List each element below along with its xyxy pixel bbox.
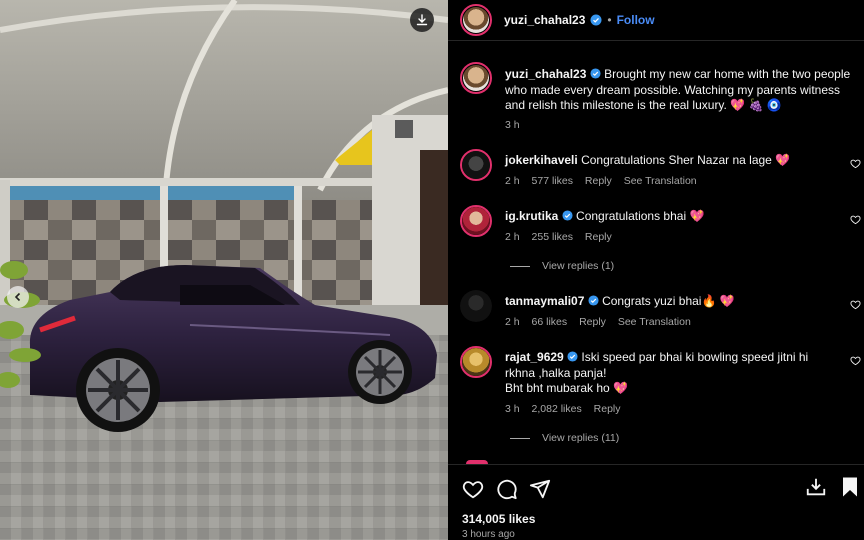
comment-time: 2 h	[505, 231, 520, 243]
follow-button[interactable]: Follow	[617, 13, 655, 27]
commenter-username[interactable]: jokerkihaveli	[505, 153, 578, 167]
comment-meta: 2 h 255 likes Reply	[505, 231, 621, 243]
action-bar	[448, 470, 864, 504]
commenter-avatar[interactable]	[460, 149, 492, 181]
download-tray-icon[interactable]	[805, 476, 827, 498]
commenter-avatar[interactable]	[460, 290, 492, 322]
comment-time: 3 h	[505, 403, 520, 415]
verified-badge-icon	[588, 295, 599, 306]
comment-likes[interactable]: 66 likes	[532, 316, 568, 328]
comment-text-line2: Bht bht mubarak ho 💖	[505, 381, 629, 395]
caption-author-username[interactable]: yuzi_chahal23	[505, 67, 586, 81]
post-photo[interactable]	[0, 0, 448, 540]
post-timestamp: 3 hours ago	[462, 529, 515, 540]
verified-badge-icon	[562, 210, 573, 221]
comment-likes[interactable]: 2,082 likes	[532, 403, 582, 415]
separator-dot: •	[607, 13, 612, 27]
comment-likes[interactable]: 577 likes	[532, 175, 573, 187]
comment-icon[interactable]	[496, 478, 518, 500]
comment-text: Congratulations Sher Nazar na lage 💖	[581, 153, 791, 167]
reply-button[interactable]: Reply	[585, 231, 612, 243]
comment-text: Congrats yuzi bhai🔥 💖	[602, 294, 735, 308]
reply-button[interactable]: Reply	[579, 316, 606, 328]
replies-line	[510, 437, 530, 439]
comment-meta: 2 h 577 likes Reply See Translation	[505, 175, 706, 187]
car-photo-illustration	[0, 0, 448, 540]
send-icon[interactable]	[529, 478, 551, 500]
author-avatar[interactable]	[460, 4, 492, 36]
reply-button[interactable]: Reply	[585, 175, 612, 187]
caption-time: 3 h	[505, 119, 520, 131]
download-icon	[416, 14, 428, 26]
commenter-avatar[interactable]	[460, 205, 492, 237]
heart-icon[interactable]	[462, 478, 484, 500]
actions-divider	[448, 464, 864, 465]
commenter-avatar[interactable]	[460, 346, 492, 378]
see-translation-button[interactable]: See Translation	[624, 175, 697, 187]
caption-author-avatar[interactable]	[460, 62, 492, 94]
heart-icon[interactable]	[850, 299, 861, 310]
comment-body: ig.krutika Congratulations bhai 💖	[505, 209, 840, 225]
heart-icon[interactable]	[850, 214, 861, 225]
comment-body: tanmaymali07 Congrats yuzi bhai🔥 💖	[505, 294, 840, 310]
comment-meta: 3 h 2,082 likes Reply	[505, 403, 630, 415]
verified-badge-icon	[590, 14, 602, 26]
commenter-username[interactable]: ig.krutika	[505, 209, 558, 223]
previous-photo-button[interactable]	[7, 286, 29, 308]
reply-button[interactable]: Reply	[594, 403, 621, 415]
view-replies-button[interactable]: View replies (11)	[510, 432, 619, 444]
see-translation-button[interactable]: See Translation	[618, 316, 691, 328]
heart-icon[interactable]	[850, 355, 861, 366]
comment-text: Congratulations bhai 💖	[576, 209, 705, 223]
view-replies-label: View replies (1)	[542, 260, 615, 272]
author-username[interactable]: yuzi_chahal23	[504, 13, 585, 27]
verified-badge-icon	[567, 351, 578, 362]
view-replies-button[interactable]: View replies (1)	[510, 260, 614, 272]
post-side-panel: yuzi_chahal23 • Follow yuzi_chahal23 Bro…	[448, 0, 864, 540]
bookmark-icon[interactable]	[840, 476, 860, 498]
comment-body: rajat_9629 Iski speed par bhai ki bowlin…	[505, 350, 840, 397]
post-header: yuzi_chahal23 • Follow	[448, 0, 864, 40]
header-divider	[448, 40, 864, 41]
view-replies-label: View replies (11)	[542, 432, 620, 444]
verified-badge-icon	[590, 68, 601, 79]
replies-line	[510, 265, 530, 267]
heart-icon[interactable]	[850, 158, 861, 169]
commenter-username[interactable]: rajat_9629	[505, 350, 564, 364]
commenter-username[interactable]: tanmaymali07	[505, 294, 584, 308]
comment-time: 2 h	[505, 316, 520, 328]
comment-likes[interactable]: 255 likes	[532, 231, 573, 243]
comment-meta: 2 h 66 likes Reply See Translation	[505, 316, 700, 328]
chevron-left-icon	[14, 292, 21, 302]
comment-body: jokerkihaveli Congratulations Sher Nazar…	[505, 153, 840, 169]
caption: yuzi_chahal23 Brought my new car home wi…	[505, 67, 857, 114]
caption-meta: 3 h	[505, 119, 529, 131]
comment-time: 2 h	[505, 175, 520, 187]
download-button[interactable]	[410, 8, 434, 32]
likes-count[interactable]: 314,005 likes	[462, 512, 535, 526]
